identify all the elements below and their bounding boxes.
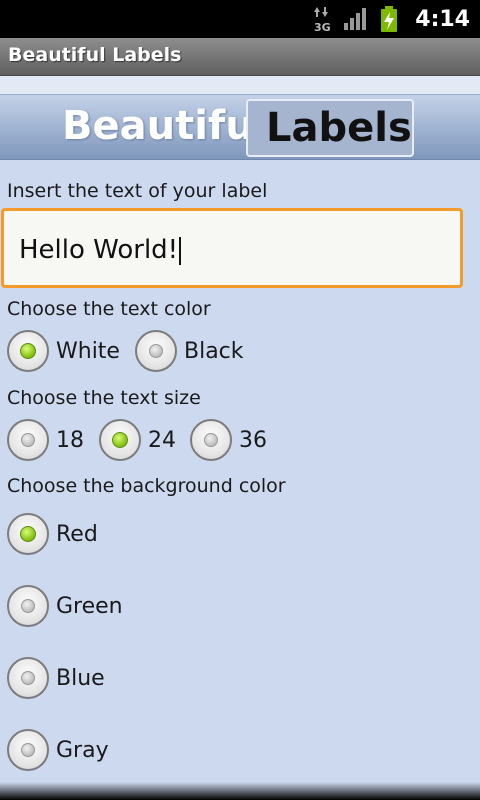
radio-unchecked-icon <box>204 433 218 447</box>
radio-bg-color-green[interactable]: Green <box>7 585 123 627</box>
radio-bg-color-gray[interactable]: Gray <box>7 729 109 771</box>
radio-unchecked-icon <box>21 433 35 447</box>
text-input-label: Insert the text of your label <box>7 180 268 202</box>
radio-text-color-black[interactable]: Black <box>135 330 244 372</box>
radio-text-size-36[interactable]: 36 <box>190 419 267 461</box>
radio-button-icon[interactable] <box>7 330 49 372</box>
background-color-label: Choose the background color <box>7 475 286 497</box>
app-title: Beautiful Labels <box>8 44 182 66</box>
network-label: 3G <box>314 21 331 33</box>
status-bar: 3G 4:14 <box>0 0 480 38</box>
radio-checked-icon <box>20 526 36 542</box>
radio-button-icon[interactable] <box>7 729 49 771</box>
radio-button-icon[interactable] <box>7 419 49 461</box>
bottom-edge-shadow <box>0 782 480 800</box>
radio-label: Gray <box>56 737 109 763</box>
text-color-label: Choose the text color <box>7 298 211 320</box>
radio-bg-color-red[interactable]: Red <box>7 513 98 555</box>
radio-button-icon[interactable] <box>7 585 49 627</box>
title-bar: Beautiful Labels <box>0 38 480 76</box>
radio-text-size-24[interactable]: 24 <box>99 419 176 461</box>
radio-button-icon[interactable] <box>7 657 49 699</box>
radio-label: Green <box>56 593 123 619</box>
radio-label: 36 <box>239 427 267 453</box>
radio-button-icon[interactable] <box>7 513 49 555</box>
radio-checked-icon <box>112 432 128 448</box>
radio-label: Blue <box>56 665 105 691</box>
battery-charging-icon <box>381 6 398 32</box>
radio-label: Black <box>184 338 244 364</box>
banner: Beautiful Labels <box>0 94 480 160</box>
radio-button-icon[interactable] <box>135 330 177 372</box>
banner-word-beautiful: Beautiful <box>62 103 268 149</box>
label-text-input[interactable]: Hello World! <box>1 208 463 288</box>
radio-unchecked-icon <box>21 599 35 613</box>
radio-button-icon[interactable] <box>99 419 141 461</box>
status-clock: 4:14 <box>415 6 470 32</box>
text-caret <box>179 236 182 265</box>
radio-unchecked-icon <box>21 743 35 757</box>
radio-label: 18 <box>56 427 84 453</box>
radio-checked-icon <box>20 343 36 359</box>
label-text-value: Hello World! <box>19 235 182 265</box>
radio-unchecked-icon <box>149 344 163 358</box>
radio-text-size-18[interactable]: 18 <box>7 419 84 461</box>
text-size-label: Choose the text size <box>7 387 201 409</box>
radio-bg-color-blue[interactable]: Blue <box>7 657 105 699</box>
radio-unchecked-icon <box>21 671 35 685</box>
radio-label: White <box>56 338 120 364</box>
title-divider <box>0 76 480 94</box>
radio-label: 24 <box>148 427 176 453</box>
radio-label: Red <box>56 521 98 547</box>
status-icons: 3G 4:14 <box>313 0 480 38</box>
radio-text-color-white[interactable]: White <box>7 330 120 372</box>
banner-word-labels: Labels <box>266 105 412 151</box>
radio-button-icon[interactable] <box>190 419 232 461</box>
data-arrows-icon: 3G <box>314 7 331 33</box>
signal-bars-icon <box>344 8 367 30</box>
banner-label-box: Labels <box>246 99 414 157</box>
